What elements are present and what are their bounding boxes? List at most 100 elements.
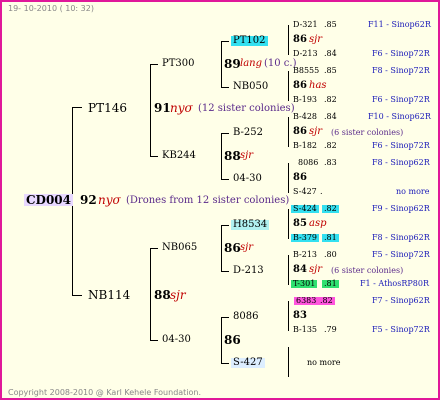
connector [221, 225, 222, 271]
gen4-station: F11 - Sinop62R [368, 20, 431, 29]
gen4-station: F10 - Sinop62R [368, 112, 431, 121]
gen4-year: 86 [293, 172, 307, 183]
gen4-value: .84 [324, 112, 337, 121]
connector [221, 363, 229, 364]
connector [150, 64, 151, 156]
connector [288, 209, 289, 239]
gen4-id[interactable]: T-301 [291, 280, 318, 288]
connector [221, 133, 222, 179]
gen4-value: .81 [322, 233, 339, 242]
gen4-id[interactable]: B-135 [293, 326, 317, 334]
gen1-note: (12 sister colonies) [198, 103, 295, 114]
connector [221, 317, 229, 318]
gen3-id[interactable]: B-252 [233, 128, 263, 138]
gen3-id[interactable]: H8534 [231, 220, 270, 230]
connector [288, 301, 289, 331]
gen4-id[interactable]: B-182 [293, 142, 317, 150]
connector [221, 41, 229, 42]
gen4-value: .82 [324, 141, 337, 150]
gen2-year: 86 [224, 333, 241, 347]
gen1-race: nyσ [170, 101, 193, 115]
gen4-value: .85 [324, 66, 337, 75]
connector [72, 295, 82, 296]
gen4-value: .84 [324, 49, 337, 58]
gen4-id[interactable]: B-213 [293, 251, 317, 259]
gen4-year: 84 [293, 264, 307, 275]
gen4-race: asp [309, 218, 327, 229]
gen1-year: 88 [154, 288, 171, 302]
gen2-race: sjr [240, 242, 254, 253]
gen4-id[interactable]: 6383 [294, 297, 319, 305]
connector [150, 340, 158, 341]
connector [221, 271, 229, 272]
gen4-race: sjr [309, 126, 323, 137]
gen2-id[interactable]: NB065 [162, 243, 197, 253]
gen4-id[interactable]: B-379 [291, 234, 319, 242]
gen4-station: no more [396, 187, 430, 196]
gen4-value: .83 [324, 158, 337, 167]
gen2-race: sjr [240, 150, 254, 161]
connector [150, 248, 158, 249]
root-id[interactable]: CD004 [24, 194, 74, 206]
gen4-station: F1 - AthosRP80R [360, 279, 429, 288]
gen1-id[interactable]: NB114 [88, 289, 130, 301]
gen4-station: F6 - Sinop72R [372, 95, 430, 104]
gen4-year: 85 [293, 218, 307, 229]
gen4-year: 86 [293, 34, 307, 45]
gen1-race: sjr [170, 288, 186, 302]
connector [221, 133, 229, 134]
gen4-id[interactable]: D-213 [293, 50, 318, 58]
gen4-race: has [309, 80, 327, 91]
gen4-value: .85 [324, 20, 337, 29]
connector [221, 225, 229, 226]
gen4-id[interactable]: 8086 [298, 159, 318, 167]
gen4-year: 86 [293, 80, 307, 91]
gen4-id[interactable]: B-193 [293, 96, 317, 104]
gen1-id[interactable]: PT146 [88, 102, 127, 114]
gen4-value: .81 [322, 279, 339, 288]
gen4-id[interactable]: B8555 [293, 67, 319, 75]
gen2-id[interactable]: PT300 [162, 59, 195, 69]
root-year: 92 [80, 193, 97, 207]
connector [288, 25, 289, 55]
gen3-id[interactable]: S-427 [231, 358, 265, 368]
gen3-id[interactable]: 8086 [233, 312, 258, 322]
gen4-id[interactable]: S-427 [293, 188, 317, 196]
gen2-note: (10 c.) [264, 58, 297, 69]
gen4-value: .82 [322, 204, 339, 213]
gen1-year: 91 [154, 101, 171, 115]
connector [150, 156, 158, 157]
gen4-station: F7 - Sinop62R [372, 296, 430, 305]
gen2-id[interactable]: 04-30 [162, 335, 191, 345]
gen4-note: (6 sister colonies) [331, 266, 404, 275]
connector [150, 248, 151, 340]
gen4-value: .82 [324, 95, 337, 104]
gen3-id[interactable]: D-213 [233, 266, 264, 276]
connector [221, 317, 222, 363]
connector [288, 117, 289, 147]
connector [72, 107, 82, 108]
gen4-station: F6 - Sinop72R [372, 49, 430, 58]
gen2-id[interactable]: KB244 [162, 151, 196, 161]
pedigree-frame: 19- 10-2010 ( 10: 32) Copyright 2008-201… [0, 0, 440, 400]
connector [221, 179, 229, 180]
gen4-year: 86 [293, 126, 307, 137]
connector [288, 347, 289, 377]
gen3-id[interactable]: NB050 [233, 82, 268, 92]
gen4-value: .82 [318, 296, 335, 305]
root-race: nyσ [98, 193, 121, 207]
gen4-id[interactable]: D-321 [293, 21, 318, 29]
gen3-id[interactable]: PT102 [231, 36, 268, 46]
connector [288, 71, 289, 101]
gen3-id[interactable]: 04-30 [233, 174, 262, 184]
gen4-station: F5 - Sinop72R [372, 325, 430, 334]
gen4-race: sjr [309, 34, 323, 45]
gen4-id[interactable]: S-424 [291, 205, 319, 213]
gen4-station: F8 - Sinop72R [372, 66, 430, 75]
connector [288, 163, 289, 193]
connector [288, 255, 289, 285]
gen4-id[interactable]: B-428 [293, 113, 317, 121]
gen4-value: . [320, 187, 323, 196]
gen2-year: 86 [224, 241, 241, 255]
gen4-race: sjr [309, 264, 323, 275]
